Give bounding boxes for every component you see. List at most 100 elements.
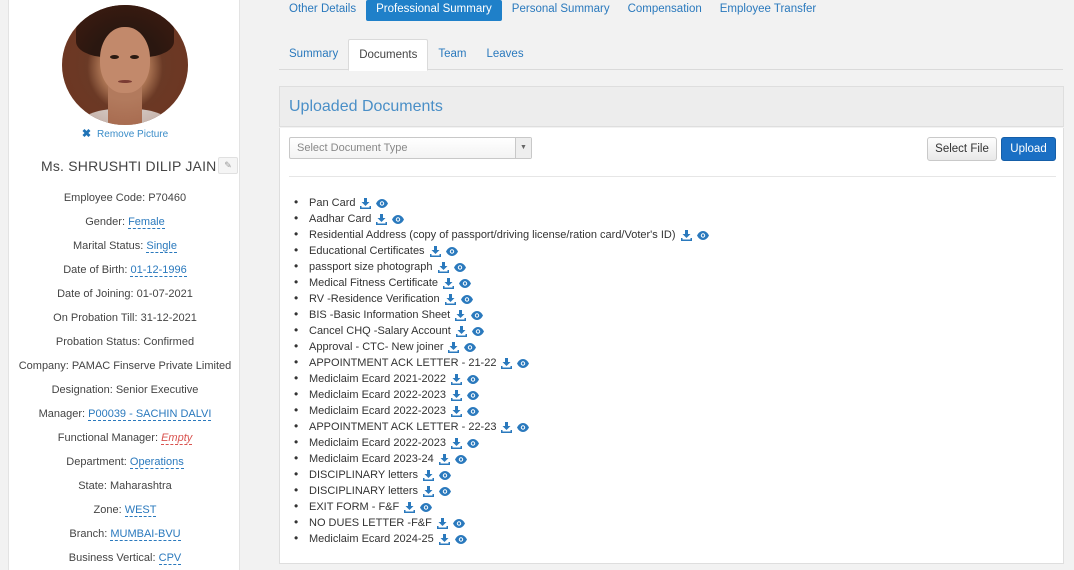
field-label: Business Vertical: [68,552,156,564]
tab-compensation[interactable]: Compensation [620,0,710,21]
eye-icon[interactable] [466,406,479,416]
document-name: APPOINTMENT ACK LETTER - 22-23 [309,421,497,433]
list-item: passport size photograph [294,258,709,274]
download-icon[interactable] [423,469,435,481]
eye-icon[interactable] [454,534,467,544]
field-label: State: [78,480,107,492]
tab-personal-summary[interactable]: Personal Summary [504,0,618,21]
select-placeholder: Select Document Type [297,142,408,154]
subtab-documents[interactable]: Documents [348,39,429,71]
profile-field: Probation Status: Confirmed [9,334,241,358]
eye-icon[interactable] [471,326,484,336]
download-icon[interactable] [501,421,513,433]
eye-icon[interactable] [392,214,405,224]
document-name: Medical Fitness Certificate [309,277,438,289]
field-value: PAMAC Finserve Private Limited [71,360,232,372]
eye-icon[interactable] [466,374,479,384]
field-label: On Probation Till: [53,312,138,324]
download-icon[interactable] [423,485,435,497]
field-value[interactable]: 01-12-1996 [130,264,187,277]
field-value[interactable]: Female [128,216,165,229]
list-item: NO DUES LETTER -F&F [294,514,709,530]
document-name: Aadhar Card [309,213,372,225]
eye-icon[interactable] [460,294,473,304]
download-icon[interactable] [436,517,448,529]
eye-icon[interactable] [466,390,479,400]
tab-professional-summary[interactable]: Professional Summary [366,0,502,21]
download-icon[interactable] [450,437,462,449]
eye-icon[interactable] [454,454,467,464]
field-value[interactable]: Single [146,240,177,253]
eye-icon[interactable] [453,262,466,272]
download-icon[interactable] [455,309,467,321]
eye-icon[interactable] [376,198,389,208]
download-icon[interactable] [444,293,456,305]
download-icon[interactable] [450,373,462,385]
download-icon[interactable] [429,245,441,257]
eye-icon[interactable] [517,358,530,368]
eye-icon[interactable] [439,486,452,496]
field-value[interactable]: P00039 - SACHIN DALVI [88,408,212,421]
subtab-summary[interactable]: Summary [279,39,348,70]
download-icon[interactable] [360,197,372,209]
profile-field: State: Maharashtra [9,478,241,502]
subtab-team[interactable]: Team [428,39,476,70]
field-label: Employee Code: [63,192,146,204]
eye-icon[interactable] [464,342,477,352]
profile-field: Gender: Female [9,214,241,238]
profile-field: Date of Joining: 01-07-2021 [9,286,241,310]
field-value[interactable]: CPV [158,552,182,565]
field-value[interactable]: WEST [124,504,157,517]
download-icon[interactable] [437,261,449,273]
download-icon[interactable] [455,325,467,337]
eye-icon[interactable] [420,502,433,512]
field-label: Functional Manager: [57,432,159,444]
list-item: Approval - CTC- New joiner [294,338,709,354]
download-icon[interactable] [376,213,388,225]
pencil-icon: ✎ [224,160,232,170]
upload-button[interactable]: Upload [1001,137,1056,161]
documents-panel-header: Uploaded Documents [279,86,1064,127]
list-item: Mediclaim Ecard 2022-2023 [294,402,709,418]
download-icon[interactable] [448,341,460,353]
download-icon[interactable] [443,277,454,289]
eye-icon[interactable] [466,438,479,448]
field-value[interactable]: MUMBAI-BVU [110,528,181,541]
remove-picture-link[interactable]: ✖ Remove Picture [9,127,241,140]
list-item: Mediclaim Ecard 2021-2022 [294,370,709,386]
field-label: Branch: [69,528,108,540]
document-name: Cancel CHQ -Salary Account [309,325,451,337]
field-label: Manager: [38,408,86,420]
document-name: Mediclaim Ecard 2023-24 [309,453,434,465]
eye-icon[interactable] [471,310,484,320]
profile-field: Branch: MUMBAI-BVU [9,526,241,550]
download-icon[interactable] [680,229,692,241]
profile-field: Manager: P00039 - SACHIN DALVI [9,406,241,430]
download-icon[interactable] [404,501,416,513]
download-icon[interactable] [450,389,462,401]
tab-employee-transfer[interactable]: Employee Transfer [712,0,825,21]
download-icon[interactable] [438,533,450,545]
eye-icon[interactable] [445,246,458,256]
document-name: Pan Card [309,197,356,209]
eye-icon[interactable] [696,230,709,240]
field-value[interactable]: Operations [129,456,184,469]
download-icon[interactable] [501,357,513,369]
download-icon[interactable] [438,453,450,465]
edit-name-button[interactable]: ✎ [218,157,238,174]
subtab-leaves[interactable]: Leaves [477,39,534,70]
document-type-select[interactable]: Select Document Type ▼ [289,137,532,159]
list-item: Mediclaim Ecard 2022-2023 [294,386,709,402]
eye-icon[interactable] [459,278,471,288]
profile-panel: ✖ Remove Picture Ms. SHRUSHTI DILIP JAIN … [8,0,240,570]
tab-other-details[interactable]: Other Details [281,0,364,21]
document-name: Mediclaim Ecard 2022-2023 [309,389,446,401]
download-icon[interactable] [450,405,462,417]
select-file-button[interactable]: Select File [927,137,997,161]
eye-icon[interactable] [439,470,452,480]
document-name: DISCIPLINARY letters [309,485,419,497]
eye-icon[interactable] [517,422,530,432]
eye-icon[interactable] [452,518,465,528]
profile-field: Designation: Senior Executive [9,382,241,406]
field-value[interactable]: Empty [161,432,193,445]
